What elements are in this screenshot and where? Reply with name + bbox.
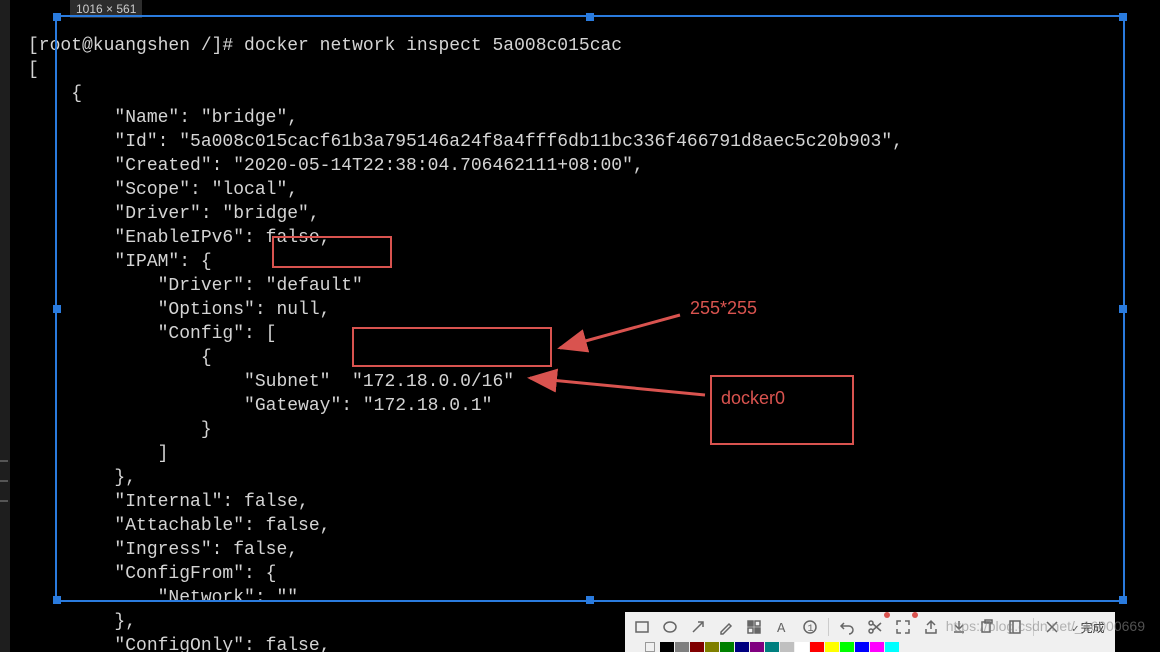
color-swatch[interactable] bbox=[810, 642, 824, 652]
svg-text:1: 1 bbox=[808, 624, 814, 635]
json-line-2: "Name": "bridge", bbox=[28, 108, 298, 128]
terminal-prompt: [root@kuangshen /]# bbox=[28, 36, 244, 56]
color-swatch[interactable] bbox=[795, 642, 809, 652]
color-swatch[interactable] bbox=[720, 642, 734, 652]
json-line-7: "EnableIPv6": false, bbox=[28, 228, 330, 248]
json-line-10: "Options": null, bbox=[28, 300, 330, 320]
watermark-text: https://blog.csdn.net/_16000669 bbox=[946, 618, 1145, 634]
color-swatch[interactable] bbox=[690, 642, 704, 652]
tool-scissors[interactable] bbox=[863, 615, 887, 639]
color-swatch[interactable] bbox=[780, 642, 794, 652]
svg-text:A: A bbox=[777, 621, 786, 635]
json-line-20: "Ingress": false, bbox=[28, 540, 298, 560]
terminal-output: [root@kuangshen /]# docker network inspe… bbox=[10, 0, 1160, 652]
terminal-command: docker network inspect 5a008c015cac bbox=[244, 36, 622, 56]
color-swatch[interactable] bbox=[840, 642, 854, 652]
tool-undo[interactable] bbox=[835, 615, 859, 639]
json-line-13: "Subnet" "172.18.0.0/16" bbox=[28, 372, 514, 392]
json-line-6: "Driver": "bridge", bbox=[28, 204, 320, 224]
json-line-4: "Created": "2020-05-14T22:38:04.70646211… bbox=[28, 156, 644, 176]
color-swatch[interactable] bbox=[675, 642, 689, 652]
tool-fullscreen[interactable] bbox=[891, 615, 915, 639]
color-swatch[interactable] bbox=[765, 642, 779, 652]
color-swatch[interactable] bbox=[825, 642, 839, 652]
tool-text[interactable]: A bbox=[770, 615, 794, 639]
tool-pen[interactable] bbox=[714, 615, 738, 639]
json-line-12: { bbox=[28, 348, 212, 368]
color-swatch[interactable] bbox=[705, 642, 719, 652]
json-line-22: "Network": "" bbox=[28, 588, 298, 608]
color-swatch[interactable] bbox=[735, 642, 749, 652]
json-line-1: { bbox=[28, 84, 82, 104]
json-line-5: "Scope": "local", bbox=[28, 180, 298, 200]
json-line-9: "Driver": "default" bbox=[28, 276, 363, 296]
json-line-14: "Gateway": "172.18.0.1" bbox=[28, 396, 492, 416]
color-swatch[interactable] bbox=[870, 642, 884, 652]
json-line-18: "Internal": false, bbox=[28, 492, 309, 512]
json-line-19: "Attachable": false, bbox=[28, 516, 330, 536]
color-swatch[interactable] bbox=[885, 642, 899, 652]
selection-dimensions: 1016 × 561 bbox=[70, 0, 142, 18]
json-line-24: "ConfigOnly": false, bbox=[28, 636, 330, 652]
color-palette bbox=[625, 642, 1115, 652]
tool-arrow[interactable] bbox=[686, 615, 710, 639]
color-swatch[interactable] bbox=[660, 642, 674, 652]
json-line-16: ] bbox=[28, 444, 168, 464]
json-line-15: } bbox=[28, 420, 212, 440]
color-swatch[interactable] bbox=[855, 642, 869, 652]
json-line-3: "Id": "5a008c015cacf61b3a795146a24f8a4ff… bbox=[28, 132, 903, 152]
json-line-17: }, bbox=[28, 468, 136, 488]
tool-counter[interactable]: 1 bbox=[798, 615, 822, 639]
tool-mosaic[interactable] bbox=[742, 615, 766, 639]
current-color-indicator bbox=[645, 642, 655, 652]
json-line-11: "Config": [ bbox=[28, 324, 276, 344]
tool-ellipse[interactable] bbox=[658, 615, 682, 639]
tool-rectangle[interactable] bbox=[630, 615, 654, 639]
json-line-21: "ConfigFrom": { bbox=[28, 564, 276, 584]
color-swatch[interactable] bbox=[750, 642, 764, 652]
json-line-23: }, bbox=[28, 612, 136, 632]
json-line-0: [ bbox=[28, 60, 39, 80]
tool-share[interactable] bbox=[919, 615, 943, 639]
json-line-8: "IPAM": { bbox=[28, 252, 212, 272]
